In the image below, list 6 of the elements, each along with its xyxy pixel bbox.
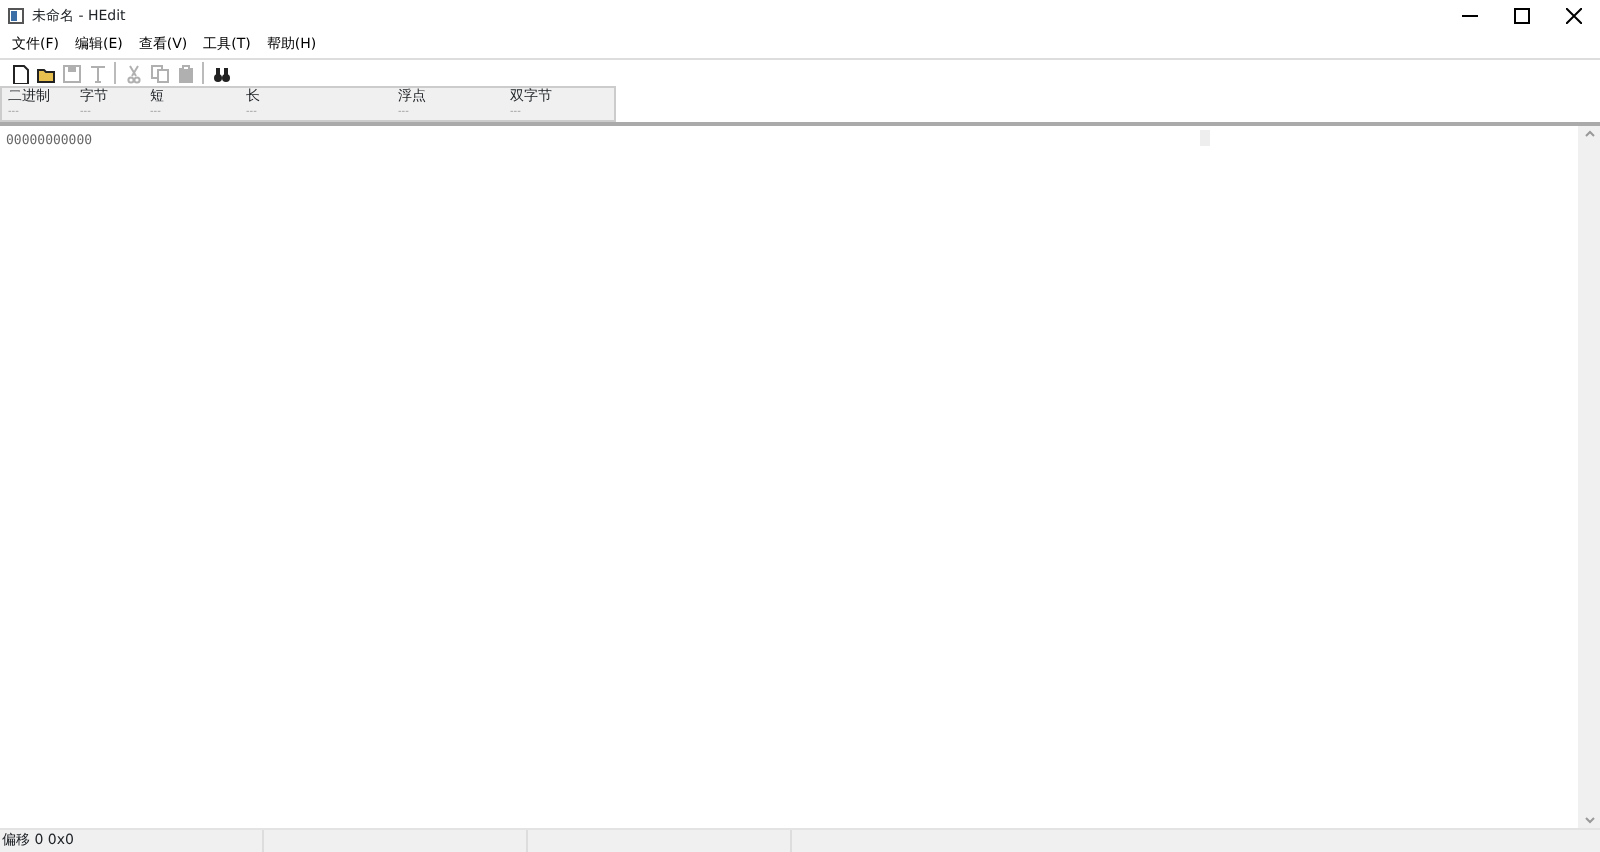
scroll-up-icon[interactable] <box>1583 126 1595 142</box>
scroll-down-icon[interactable] <box>1583 812 1595 828</box>
close-icon[interactable] <box>1566 8 1582 24</box>
maximize-icon[interactable] <box>1514 8 1530 24</box>
app-icon <box>8 8 24 24</box>
scrollbar[interactable] <box>1578 126 1600 828</box>
